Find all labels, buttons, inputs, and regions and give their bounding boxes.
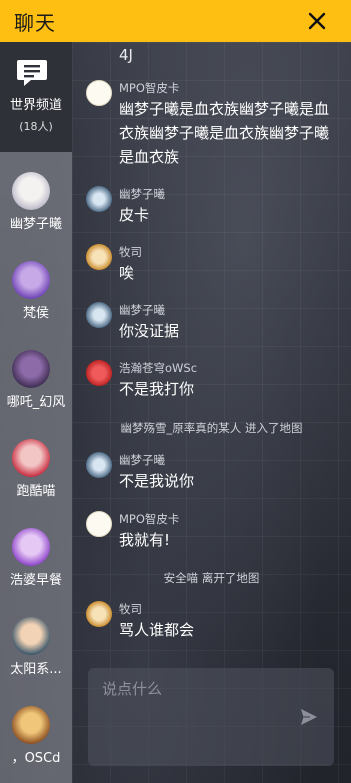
sidebar-item-user[interactable]: ，OSCd <box>0 694 72 783</box>
sidebar-item-user[interactable]: 跑酷喵 <box>0 427 72 516</box>
world-channel-label: 世界频道 <box>9 98 62 113</box>
avatar <box>86 511 112 537</box>
message-sender: MPO智皮卡 <box>119 81 180 95</box>
message-text: 不是我打你 <box>119 380 195 398</box>
message-sender: 浩瀚苍穹oWSc <box>119 361 198 375</box>
avatar <box>12 261 50 299</box>
system-notice: 安全喵 离开了地图 <box>163 571 260 585</box>
avatar <box>86 452 112 478</box>
close-icon[interactable] <box>303 7 331 35</box>
sidebar-item-label: 太阳系... <box>10 662 62 677</box>
avatar <box>12 439 50 477</box>
sidebar-item-label: 幽梦子曦 <box>9 217 62 232</box>
avatar <box>86 80 112 106</box>
message-sender: 幽梦子曦 <box>119 453 165 467</box>
message-sender: MPO智皮卡 <box>119 512 180 526</box>
message-text: 4J <box>119 46 133 64</box>
avatar <box>86 302 112 328</box>
avatar <box>12 617 50 655</box>
page-title: 聊天 <box>14 10 56 35</box>
avatar <box>12 172 50 210</box>
avatar <box>86 360 112 386</box>
sidebar-item-user[interactable]: 太阳系... <box>0 605 72 694</box>
input-placeholder: 说点什么 <box>102 680 163 698</box>
message-text: 你没证据 <box>119 322 180 340</box>
sidebar-item-world-channel[interactable]: 世界频道 (18人) <box>0 42 72 152</box>
message-sender: 牧司 <box>119 602 142 616</box>
message-text: 骂人谁都会 <box>119 621 195 639</box>
message-text: 幽梦子曦是血衣族幽梦子曦是血衣族幽梦子曦是血衣族幽梦子曦是血衣族 <box>119 100 330 166</box>
avatar <box>86 601 112 627</box>
message-text: 不是我说你 <box>119 472 195 490</box>
message-sender: 幽梦子曦 <box>119 187 165 201</box>
message-text: 我就有! <box>119 531 171 549</box>
world-channel-count: (18人) <box>19 120 53 133</box>
sidebar-item-user[interactable]: 浩婆早餐 <box>0 516 72 605</box>
sidebar-item-user[interactable]: 梵侯 <box>0 249 72 338</box>
sidebar-item-label: ，OSCd <box>11 751 61 766</box>
message-text: 皮卡 <box>119 206 150 224</box>
sidebar-item-label: 跑酷喵 <box>16 484 56 499</box>
sidebar-item-user[interactable]: 幽梦子曦 <box>0 160 72 249</box>
avatar <box>86 244 112 270</box>
sidebar-item-user[interactable]: 哪吒_幻风 <box>0 338 72 427</box>
message-sender: 幽梦子曦 <box>119 303 165 317</box>
avatar <box>12 350 50 388</box>
system-notice: 幽梦殇雪_原率真的某人 进入了地图 <box>120 421 303 435</box>
avatar <box>12 706 50 744</box>
message-input[interactable]: 说点什么 <box>88 668 334 766</box>
chat-bubble-icon <box>17 60 47 86</box>
message-sender: 牧司 <box>119 245 142 259</box>
header-bar: 聊天 <box>0 0 351 42</box>
message-text: 唉 <box>119 264 135 282</box>
channel-sidebar: 世界频道 (18人) 幽梦子曦 梵侯 哪吒_幻风 跑酷喵 浩婆早餐 太阳系...… <box>0 42 72 783</box>
send-icon[interactable] <box>300 708 318 726</box>
avatar <box>12 528 50 566</box>
sidebar-item-label: 哪吒_幻风 <box>6 395 66 410</box>
avatar <box>86 186 112 212</box>
sidebar-item-label: 梵侯 <box>22 306 49 321</box>
sidebar-item-label: 浩婆早餐 <box>9 573 62 588</box>
